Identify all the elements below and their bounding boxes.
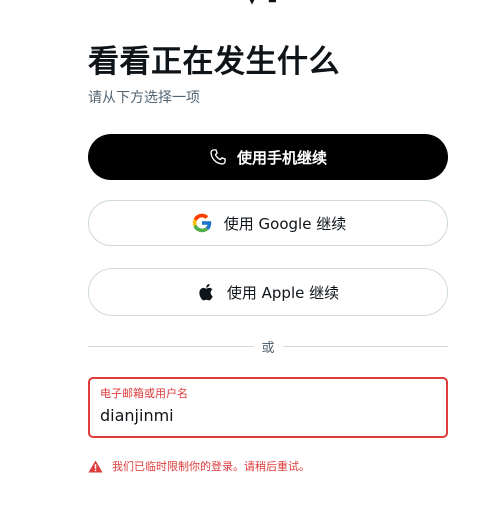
continue-with-apple-label: 使用 Apple 继续	[226, 283, 340, 302]
or-divider: 或	[88, 336, 449, 356]
divider-line-right	[282, 345, 449, 347]
continue-with-google-button[interactable]: 使用 Google 继续	[88, 200, 448, 246]
continue-with-google-label: 使用 Google 继续	[223, 214, 347, 233]
divider-text: 或	[261, 340, 275, 356]
continue-with-apple-button[interactable]: 使用 Apple 继续	[88, 268, 448, 316]
continue-with-phone-button[interactable]: 使用手机继续	[88, 134, 448, 180]
apple-logo-icon	[197, 281, 217, 303]
page-title: 看看正在发生什么	[88, 44, 340, 80]
email-or-username-field[interactable]: 电子邮箱或用户名	[88, 377, 448, 438]
page-subtitle: 请从下方选择一项	[88, 90, 200, 106]
email-or-username-input[interactable]	[100, 406, 436, 425]
google-logo-icon	[190, 211, 214, 235]
email-or-username-label: 电子邮箱或用户名	[100, 387, 188, 400]
continue-with-phone-label: 使用手机继续	[236, 148, 327, 167]
divider-line-left	[88, 345, 254, 347]
warning-icon	[88, 459, 103, 473]
login-error-text: 我们已临时限制你的登录。请稍后重试。	[112, 460, 310, 473]
login-error-message: 我们已临时限制你的登录。请稍后重试。	[88, 458, 310, 474]
phone-icon	[209, 148, 227, 166]
logo-fragment-icon	[249, 0, 276, 5]
login-page: 看看正在发生什么 请从下方选择一项 使用手机继续 使用 Google 继续 使用…	[0, 0, 499, 524]
